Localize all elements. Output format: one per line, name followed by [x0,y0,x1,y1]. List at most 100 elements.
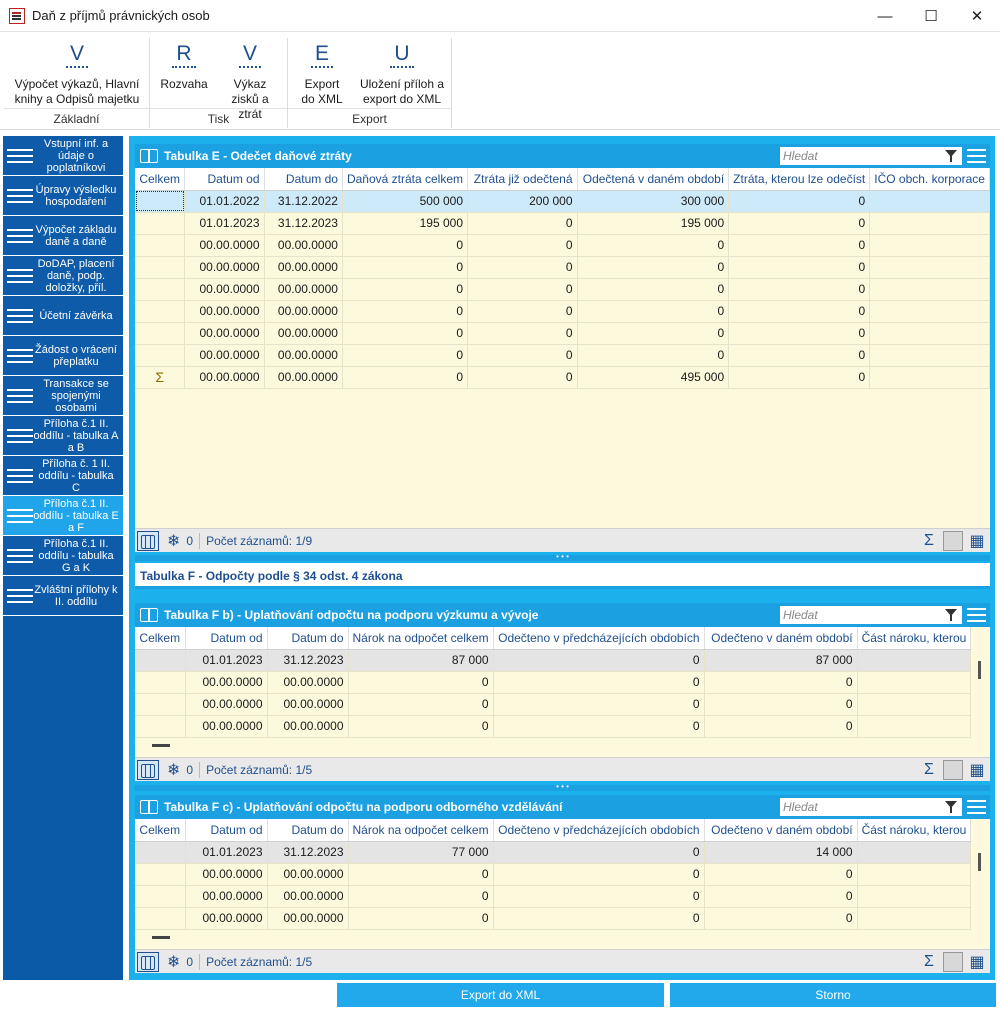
sidebar-item-transakce[interactable]: Transakce se spojenými osobami [3,376,123,416]
export-xml-ribbon-button[interactable]: E Export do XML [292,42,352,107]
empty-toggle-button[interactable] [943,952,963,972]
table-cell[interactable] [857,693,972,716]
table-row[interactable]: 01.01.2023 31.12.2023 77 000 0 14 000 [135,841,972,864]
table-cell[interactable]: 0 [728,322,871,345]
freeze-icon[interactable]: ❄ [167,760,180,780]
minimize-button[interactable]: — [862,0,908,32]
table-cell[interactable]: 00.00.0000 [185,885,268,908]
table-cell[interactable] [857,863,972,886]
column-header[interactable]: Odečteno v předcházejících obdobích [493,819,705,842]
table-cell[interactable]: 0 [467,300,578,323]
table-cell[interactable]: 00.00.0000 [184,344,265,367]
table-cell[interactable]: 0 [704,863,858,886]
table-cell[interactable]: 00.00.0000 [267,693,349,716]
table-cell[interactable]: 0 [728,256,871,279]
table-fb-search-input[interactable]: Hledat [780,606,962,624]
splitter[interactable]: • • • [135,553,990,561]
table-cell[interactable]: 01.01.2023 [185,841,268,864]
table-row[interactable]: 00.00.0000 00.00.0000 0 0 0 0 [135,300,990,323]
table-cell[interactable]: 0 [467,234,578,257]
table-cell[interactable]: 0 [704,885,858,908]
table-e-menu-icon[interactable] [967,149,986,167]
table-cell[interactable]: 0 [493,715,705,738]
table-cell[interactable] [135,693,186,716]
table-cell[interactable] [135,671,186,694]
table-cell[interactable]: 0 [348,715,494,738]
table-cell[interactable]: 0 [467,322,578,345]
empty-toggle-button[interactable] [943,760,963,780]
table-cell[interactable]: 00.00.0000 [185,907,268,930]
table-settings-icon[interactable]: ▦ [967,531,987,551]
table-cell[interactable]: 0 [704,671,858,694]
table-cell[interactable]: 0 [348,693,494,716]
table-cell[interactable]: 0 [704,907,858,930]
column-header[interactable]: Ztráta již odečtená [467,168,578,191]
table-cell[interactable]: 0 [467,212,578,235]
sidebar-item-priloha-ab[interactable]: Příloha č.1 II. oddílu - tabulka A a B [3,416,123,456]
table-e-search-input[interactable]: Hledat [780,147,962,165]
table-settings-icon[interactable]: ▦ [967,952,987,972]
table-cell[interactable]: 00.00.0000 [185,715,268,738]
column-header[interactable]: Daňová ztráta celkem [342,168,469,191]
table-cell[interactable]: 0 [728,300,871,323]
table-cell[interactable]: 00.00.0000 [185,671,268,694]
export-xml-button[interactable]: Export do XML [337,983,664,1007]
table-fc-search-input[interactable]: Hledat [780,798,962,816]
book-toggle-button[interactable] [137,530,159,551]
table-cell[interactable]: 0 [493,907,705,930]
table-cell[interactable]: 00.00.0000 [264,344,343,367]
table-cell[interactable] [869,212,990,235]
table-row[interactable]: 00.00.0000 00.00.0000 0 0 0 [135,671,972,694]
maximize-button[interactable]: ☐ [908,0,954,32]
freeze-icon[interactable]: ❄ [167,952,180,972]
table-cell[interactable]: 0 [342,322,469,345]
table-cell[interactable]: 0 [348,907,494,930]
table-cell[interactable]: 00.00.0000 [184,300,265,323]
table-cell[interactable]: 0 [493,863,705,886]
table-cell[interactable] [135,322,186,345]
table-cell[interactable]: 0 [467,278,578,301]
sidebar-item-vypocet[interactable]: Výpočet základu daně a daně [3,216,123,256]
table-cell[interactable]: 00.00.0000 [264,322,343,345]
table-cell[interactable]: 00.00.0000 [267,863,349,886]
table-cell[interactable]: 0 [577,300,730,323]
table-cell[interactable]: 0 [342,256,469,279]
column-header[interactable]: Celkem [135,168,186,191]
table-cell[interactable] [135,885,186,908]
column-header[interactable]: Odečteno v předcházejících obdobích [493,627,705,650]
table-cell[interactable] [869,190,990,213]
table-cell[interactable]: 00.00.0000 [267,907,349,930]
table-row[interactable]: 00.00.0000 00.00.0000 0 0 0 [135,885,972,908]
vertical-scrollbar[interactable] [978,853,981,871]
table-row[interactable]: 00.00.0000 00.00.0000 0 0 0 0 [135,278,990,301]
table-cell[interactable]: 77 000 [348,841,494,864]
sidebar-item-zadost[interactable]: Žádost o vrácení přeplatku [3,336,123,376]
vertical-scrollbar[interactable] [978,661,981,679]
table-cell[interactable] [857,649,972,672]
table-cell[interactable] [135,300,186,323]
table-cell[interactable]: 01.01.2023 [185,649,268,672]
sidebar-item-dodap[interactable]: DoDAP, placení daně, podp. doložky, příl… [3,256,123,296]
column-header[interactable]: Část nároku, kterou [857,819,972,842]
table-cell[interactable]: 00.00.0000 [184,322,265,345]
book-toggle-button[interactable] [137,951,159,972]
table-cell[interactable]: 0 [728,278,871,301]
sum-button[interactable]: Σ [919,531,939,551]
table-cell[interactable]: 31.12.2023 [267,649,349,672]
table-cell[interactable]: 0 [577,322,730,345]
table-cell[interactable] [869,344,990,367]
table-cell[interactable]: 00.00.0000 [184,234,265,257]
column-header[interactable]: Ztráta, kterou lze odečíst [728,168,871,191]
table-cell[interactable] [869,322,990,345]
table-cell[interactable]: 00.00.0000 [185,693,268,716]
table-row[interactable]: 01.01.2023 31.12.2023 87 000 0 87 000 [135,649,972,672]
table-cell[interactable]: 0 [493,841,705,864]
column-header[interactable]: Odečteno v daném období [704,627,858,650]
table-fb-menu-icon[interactable] [967,608,986,626]
table-cell[interactable] [135,234,186,257]
freeze-icon[interactable]: ❄ [167,531,180,551]
table-cell[interactable] [869,256,990,279]
table-cell[interactable]: 0 [348,863,494,886]
table-row[interactable]: 00.00.0000 00.00.0000 0 0 0 [135,907,972,930]
horizontal-scrollbar[interactable] [152,936,170,939]
